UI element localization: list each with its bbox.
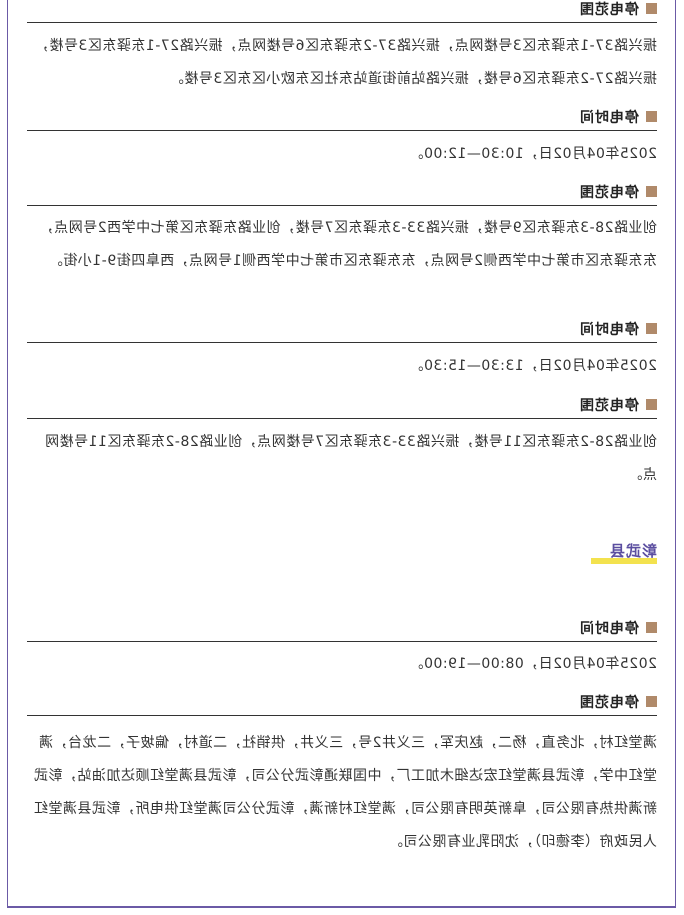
section-header-range: 停电范围 bbox=[27, 693, 657, 716]
bullet-square-icon bbox=[646, 399, 657, 410]
bullet-square-icon bbox=[646, 111, 657, 122]
section-label: 停电时间 bbox=[579, 621, 639, 637]
county-heading: 彰武县 bbox=[591, 540, 657, 564]
section-header-time: 停电时间 bbox=[27, 320, 657, 343]
section-header-range: 停电范围 bbox=[27, 396, 657, 419]
outage-range-text: 满堂红村，北务直，杨二，赵庆军，三义井2号，三义井，供销社，二道村，偏坡子，二龙… bbox=[33, 735, 658, 850]
section-label: 停电范围 bbox=[579, 2, 639, 18]
outage-time-text: 2025年04月02日，13:30—15:30。 bbox=[409, 358, 657, 374]
section-label: 停电范围 bbox=[579, 695, 639, 711]
outage-range-text: 创业路28-3东驿东区9号楼，振兴路33-3东驿东区7号楼，创业路东驿东区第七中… bbox=[39, 220, 657, 269]
section-label: 停电时间 bbox=[579, 110, 639, 126]
county-highlight-bar bbox=[591, 558, 657, 564]
section-label: 停电范围 bbox=[579, 398, 639, 414]
bullet-square-icon bbox=[646, 186, 657, 197]
mirrored-content: 停电范围 振兴路37-1东驿东区3号楼网点，振兴路37-2东驿东区6号楼网点，振… bbox=[0, 0, 684, 915]
outage-time-text: 2025年04月02日，10:30—12:00。 bbox=[409, 146, 657, 162]
outage-range-text: 创业路28-2东驿东区11号楼，振兴路33-3东驿东区7号楼网点，创业路28-2… bbox=[44, 434, 657, 483]
bullet-square-icon bbox=[646, 323, 657, 334]
section-header-time: 停电时间 bbox=[27, 619, 657, 642]
outage-range-text: 振兴路37-1东驿东区3号楼网点，振兴路37-2东驿东区6号楼网点，振兴路27-… bbox=[34, 38, 657, 87]
bullet-square-icon bbox=[646, 622, 657, 633]
section-label: 停电范围 bbox=[579, 185, 639, 201]
bullet-square-icon bbox=[646, 3, 657, 14]
section-header-time: 停电时间 bbox=[27, 108, 657, 131]
section-header-range: 停电范围 bbox=[27, 0, 657, 23]
outage-time-text: 2025年04月02日，08:00—19:00。 bbox=[409, 656, 657, 672]
section-label: 停电时间 bbox=[579, 322, 639, 338]
section-header-range: 停电范围 bbox=[27, 183, 657, 206]
bullet-square-icon bbox=[646, 696, 657, 707]
